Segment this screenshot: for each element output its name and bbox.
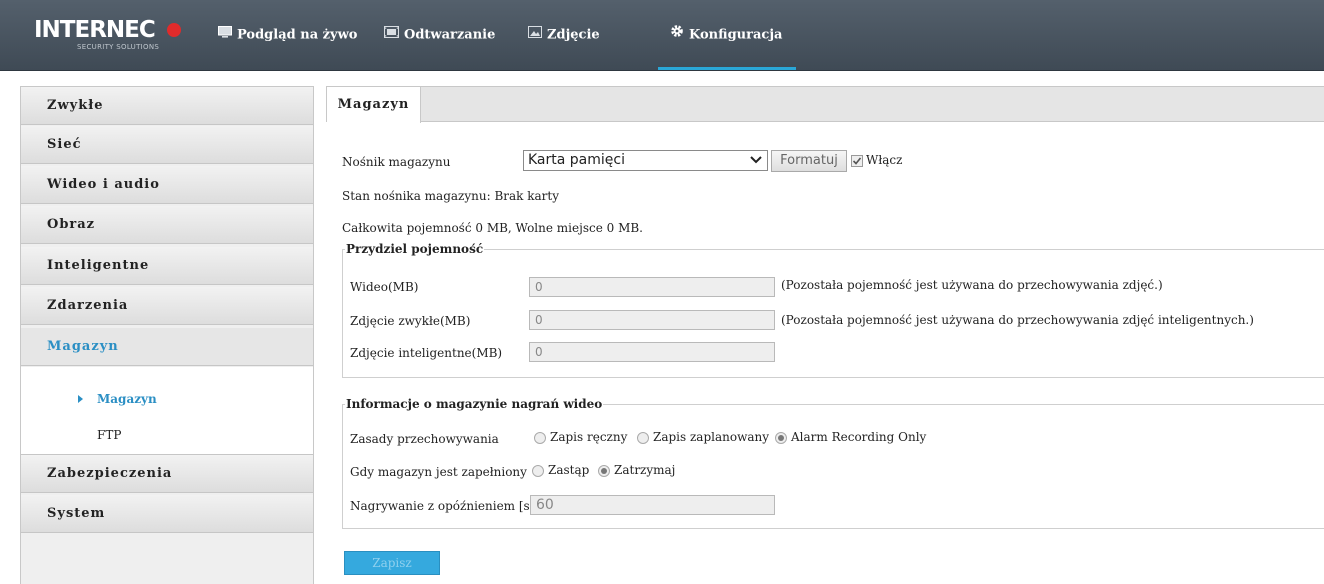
nav-playback-label: Odtwarzanie	[404, 27, 496, 43]
video-capacity-label: Wideo(MB)	[350, 280, 419, 294]
enable-label: Włącz	[866, 153, 903, 167]
chevron-down-icon	[750, 150, 762, 176]
allocation-legend: Przydziel pojemność	[346, 242, 484, 256]
full-stop-radio[interactable]	[598, 465, 610, 477]
film-icon	[384, 0, 399, 70]
storage-submenu: Magazyn FTP	[21, 367, 313, 455]
save-button[interactable]: Zapisz	[344, 551, 440, 575]
sidebar-item-events[interactable]: Zdarzenia	[21, 287, 313, 325]
enable-checkbox[interactable]	[851, 155, 863, 167]
sidebar-item-network[interactable]: Sieć	[21, 126, 313, 164]
full-stop-label: Zatrzymaj	[614, 463, 676, 477]
logo-dot-icon	[167, 23, 181, 37]
caret-right-icon	[78, 395, 83, 403]
smart-snapshot-capacity-label: Zdjęcie inteligentne(MB)	[350, 346, 503, 360]
tab-bar: Magazyn	[326, 86, 1324, 123]
nav-configuration-label: Konfiguracja	[689, 27, 783, 43]
sidebar-item-system[interactable]: System	[21, 495, 313, 533]
sidebar-item-video-audio[interactable]: Wideo i audio	[21, 166, 313, 204]
storage-medium-select[interactable]: Karta pamięci	[523, 150, 768, 171]
storage-status-text: Stan nośnika magazynu: Brak karty	[342, 189, 560, 203]
nav-live-view[interactable]: Podgląd na żywo	[218, 0, 357, 70]
recording-info-legend: Informacje o magazynie nagrań wideo	[346, 397, 603, 411]
nav-snapshot-label: Zdjęcie	[547, 27, 600, 43]
sidebar-item-storage[interactable]: Magazyn	[21, 328, 313, 366]
sidebar-item-security[interactable]: Zabezpieczenia	[21, 455, 313, 493]
tab-storage[interactable]: Magazyn	[327, 87, 421, 123]
policy-alarm-only-label: Alarm Recording Only	[791, 430, 927, 444]
storage-full-label: Gdy magazyn jest zapełniony	[350, 465, 527, 479]
nav-playback[interactable]: Odtwarzanie	[384, 0, 495, 70]
full-overwrite-radio[interactable]	[532, 465, 544, 477]
normal-snapshot-capacity-note: (Pozostała pojemność jest używana do prz…	[781, 313, 1254, 327]
checkmark-icon	[852, 157, 862, 165]
submenu-item-storage-label: Magazyn	[97, 392, 157, 406]
capacity-text: Całkowita pojemność 0 MB, Wolne miejsce …	[342, 221, 643, 235]
storage-medium-value: Karta pamięci	[528, 152, 625, 168]
logo-text: INTERNEC	[34, 17, 156, 43]
submenu-item-storage[interactable]: Magazyn	[78, 392, 157, 406]
nav-live-view-label: Podgląd na żywo	[237, 27, 358, 43]
top-navigation-bar: INTERNEC SECURITY SOLUTIONS Podgląd na ż…	[0, 0, 1324, 71]
gear-icon	[670, 0, 684, 70]
policy-manual-label: Zapis ręczny	[550, 430, 628, 444]
sidebar: Zwykłe Sieć Wideo i audio Obraz Intelige…	[20, 86, 314, 584]
policy-scheduled-label: Zapis zaplanowany	[653, 430, 770, 444]
picture-icon	[528, 0, 542, 70]
monitor-icon	[218, 0, 232, 70]
format-button[interactable]: Formatuj	[771, 150, 847, 172]
nav-snapshot[interactable]: Zdjęcie	[528, 0, 600, 70]
sidebar-item-intelligent[interactable]: Inteligentne	[21, 247, 313, 285]
brand-logo: INTERNEC SECURITY SOLUTIONS	[34, 16, 184, 56]
nav-configuration[interactable]: Konfiguracja	[670, 0, 782, 70]
active-nav-indicator	[658, 67, 796, 70]
sidebar-item-general[interactable]: Zwykłe	[21, 87, 313, 125]
logo-subtitle: SECURITY SOLUTIONS	[77, 43, 160, 51]
policy-alarm-only-radio[interactable]	[775, 432, 787, 444]
sidebar-item-image[interactable]: Obraz	[21, 206, 313, 244]
normal-snapshot-capacity-label: Zdjęcie zwykłe(MB)	[350, 314, 471, 328]
normal-snapshot-capacity-input[interactable]: 0	[529, 310, 775, 330]
video-capacity-note: (Pozostała pojemność jest używana do prz…	[781, 278, 1163, 292]
policy-scheduled-radio[interactable]	[637, 432, 649, 444]
delay-recording-input[interactable]: 60	[530, 495, 775, 515]
storage-policy-label: Zasady przechowywania	[350, 432, 499, 446]
storage-medium-label: Nośnik magazynu	[342, 155, 451, 169]
policy-manual-radio[interactable]	[534, 432, 546, 444]
full-overwrite-label: Zastąp	[548, 463, 590, 477]
submenu-item-ftp[interactable]: FTP	[97, 428, 121, 442]
smart-snapshot-capacity-input[interactable]: 0	[529, 342, 775, 362]
video-capacity-input[interactable]: 0	[529, 277, 775, 297]
submenu-item-ftp-label: FTP	[97, 428, 122, 442]
delay-recording-label: Nagrywanie z opóźnieniem [s]	[350, 499, 535, 513]
